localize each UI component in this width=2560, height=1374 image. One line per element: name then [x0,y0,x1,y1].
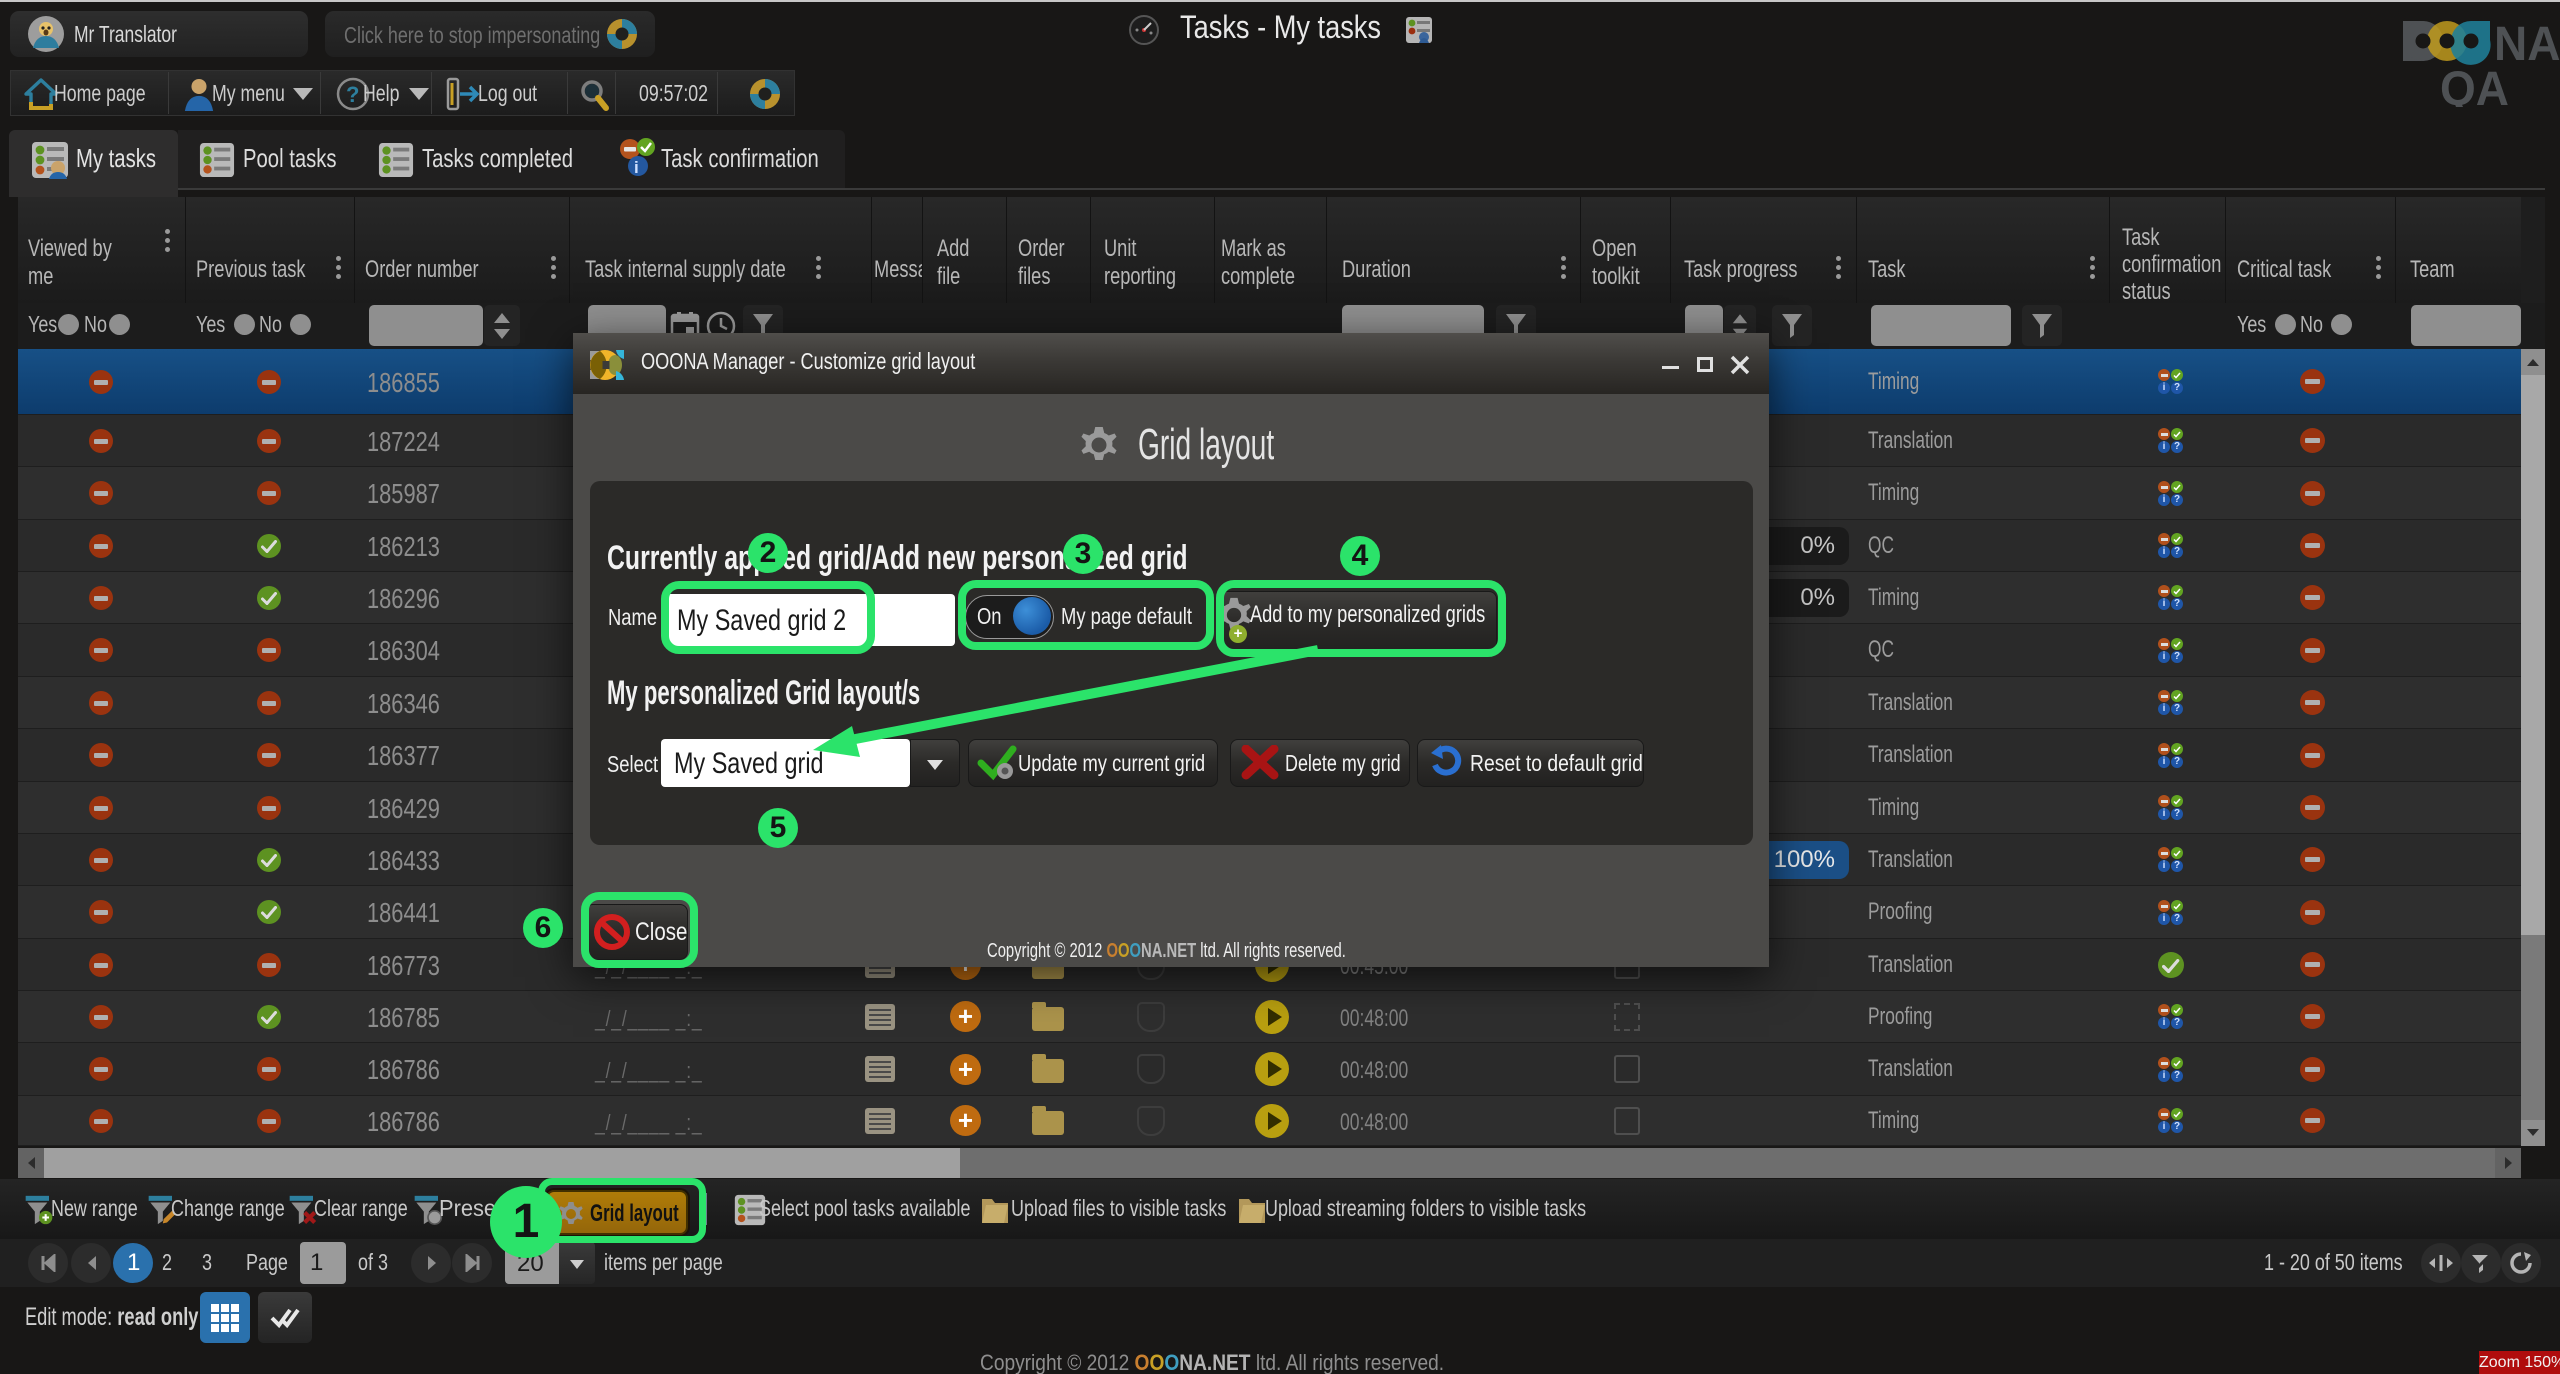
svg-text:i: i [634,158,639,177]
svg-text:?: ? [346,82,359,107]
svg-text:QA: QA [2440,61,2509,107]
